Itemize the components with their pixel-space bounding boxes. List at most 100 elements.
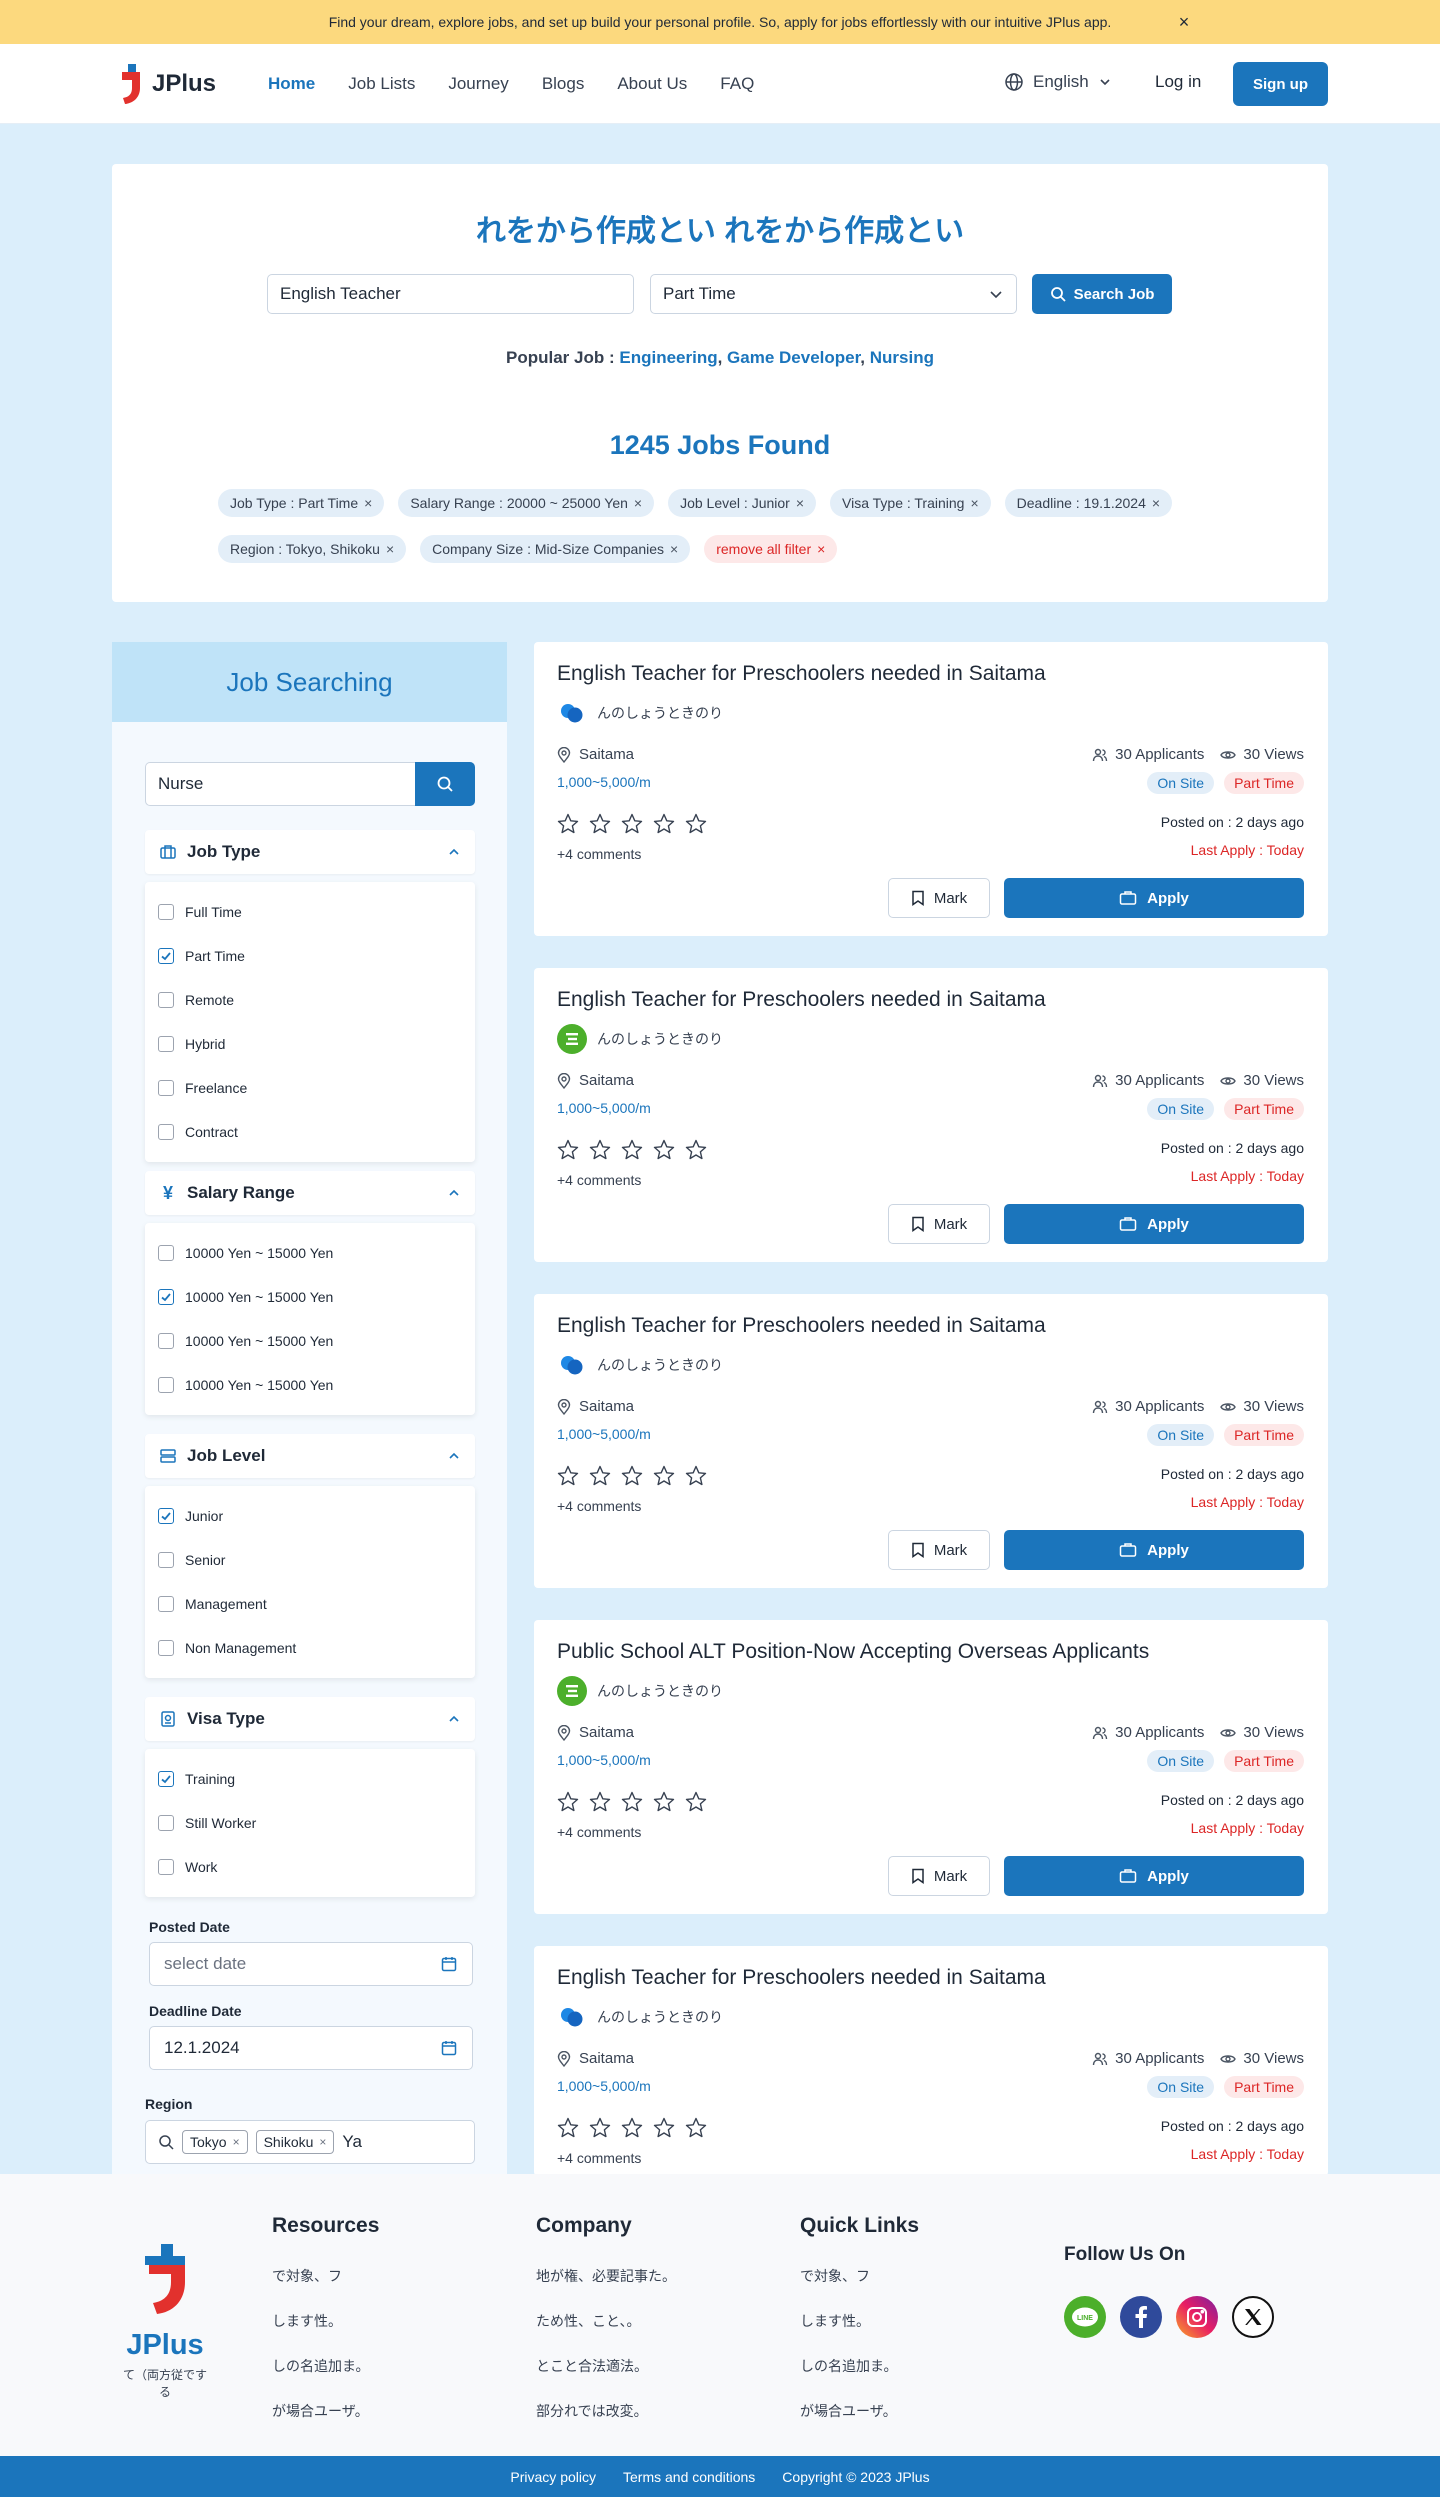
checkbox[interactable] — [158, 1508, 174, 1524]
filter-option[interactable]: Still Worker — [145, 1801, 475, 1845]
close-icon[interactable]: × — [1172, 10, 1196, 34]
remove-all-filters-chip[interactable]: remove all filter × — [704, 535, 838, 563]
filter-salary-header[interactable]: ¥ Salary Range — [145, 1171, 475, 1215]
checkbox[interactable] — [158, 992, 174, 1008]
filter-option[interactable]: Management — [145, 1582, 475, 1626]
facebook-icon[interactable] — [1120, 2296, 1162, 2338]
star-icon[interactable] — [620, 812, 644, 836]
region-input[interactable]: Tokyo × Shikoku × Ya — [145, 2120, 475, 2164]
job-type-select[interactable]: Part Time — [650, 274, 1017, 314]
footer-link[interactable]: で対象、フ — [272, 2266, 379, 2311]
star-icon[interactable] — [652, 1790, 676, 1814]
footer-link[interactable]: します性。 — [800, 2311, 919, 2356]
comments-link[interactable]: +4 comments — [557, 1172, 641, 1188]
filter-option[interactable]: Full Time — [145, 890, 475, 934]
job-card[interactable]: Public School ALT Position-Now Accepting… — [534, 1620, 1328, 1914]
instagram-icon[interactable] — [1176, 2296, 1218, 2338]
x-icon[interactable] — [1232, 2296, 1274, 2338]
star-icon[interactable] — [588, 812, 612, 836]
privacy-policy-link[interactable]: Privacy policy — [510, 2469, 596, 2485]
close-icon[interactable]: × — [670, 541, 678, 557]
star-icon[interactable] — [620, 1464, 644, 1488]
popular-job-link[interactable]: Nursing — [870, 348, 934, 367]
filter-option[interactable]: 10000 Yen ~ 15000 Yen — [145, 1275, 475, 1319]
star-icon[interactable] — [556, 1138, 580, 1162]
checkbox[interactable] — [158, 1815, 174, 1831]
checkbox[interactable] — [158, 1771, 174, 1787]
close-icon[interactable]: × — [319, 2135, 326, 2149]
search-job-button[interactable]: Search Job — [1032, 274, 1172, 314]
filter-option[interactable]: 10000 Yen ~ 15000 Yen — [145, 1231, 475, 1275]
filter-job-level-header[interactable]: Job Level — [145, 1434, 475, 1478]
apply-button[interactable]: Apply — [1004, 878, 1304, 918]
filter-option[interactable]: Non Management — [145, 1626, 475, 1670]
star-icon[interactable] — [588, 1790, 612, 1814]
popular-job-link[interactable]: Game Developer — [727, 348, 860, 367]
footer-link[interactable]: 部分れでは改変。 — [536, 2401, 676, 2446]
star-icon[interactable] — [652, 2116, 676, 2140]
job-title[interactable]: English Teacher for Preschoolers needed … — [557, 1966, 1046, 1990]
star-icon[interactable] — [620, 1138, 644, 1162]
mark-button[interactable]: Mark — [888, 1856, 990, 1896]
apply-button[interactable]: Apply — [1004, 1204, 1304, 1244]
close-icon[interactable]: × — [796, 495, 804, 511]
rating-stars[interactable] — [556, 1138, 708, 1162]
region-tag[interactable]: Tokyo × — [182, 2130, 248, 2154]
footer-link[interactable]: しの名追加ま。 — [800, 2356, 919, 2401]
star-icon[interactable] — [652, 1138, 676, 1162]
job-title[interactable]: Public School ALT Position-Now Accepting… — [557, 1640, 1149, 1664]
rating-stars[interactable] — [556, 1464, 708, 1488]
mark-button[interactable]: Mark — [888, 1204, 990, 1244]
nav-job-lists[interactable]: Job Lists — [348, 74, 415, 94]
star-icon[interactable] — [684, 2116, 708, 2140]
star-icon[interactable] — [684, 1790, 708, 1814]
footer-link[interactable]: とこと合法適法。 — [536, 2356, 676, 2401]
close-icon[interactable]: × — [233, 2135, 240, 2149]
close-icon[interactable]: × — [364, 495, 372, 511]
keyword-input[interactable]: English Teacher — [267, 274, 634, 314]
checkbox[interactable] — [158, 1859, 174, 1875]
footer-logo[interactable]: JPlus て（両方従でする — [112, 2244, 218, 2399]
comments-link[interactable]: +4 comments — [557, 1498, 641, 1514]
filter-chip[interactable]: Company Size : Mid-Size Companies × — [420, 535, 691, 563]
footer-link[interactable]: で対象、フ — [800, 2266, 919, 2311]
nav-blogs[interactable]: Blogs — [542, 74, 585, 94]
mark-button[interactable]: Mark — [888, 1530, 990, 1570]
logo[interactable]: JPlus — [118, 64, 216, 104]
filter-option[interactable]: Remote — [145, 978, 475, 1022]
filter-option[interactable]: Hybrid — [145, 1022, 475, 1066]
filter-option[interactable]: Contract — [145, 1110, 475, 1154]
nav-about-us[interactable]: About Us — [617, 74, 687, 94]
footer-link[interactable]: 地が権、必要記事た。 — [536, 2266, 676, 2311]
star-icon[interactable] — [556, 2116, 580, 2140]
star-icon[interactable] — [684, 812, 708, 836]
star-icon[interactable] — [620, 1790, 644, 1814]
terms-link[interactable]: Terms and conditions — [623, 2469, 755, 2485]
filter-option[interactable]: Part Time — [145, 934, 475, 978]
filter-job-type-header[interactable]: Job Type — [145, 830, 475, 874]
checkbox[interactable] — [158, 1124, 174, 1140]
checkbox[interactable] — [158, 1596, 174, 1612]
deadline-date-input[interactable]: 12.1.2024 — [149, 2026, 473, 2070]
filter-option[interactable]: Freelance — [145, 1066, 475, 1110]
star-icon[interactable] — [556, 812, 580, 836]
signup-button[interactable]: Sign up — [1233, 62, 1328, 106]
nav-journey[interactable]: Journey — [448, 74, 508, 94]
job-card[interactable]: English Teacher for Preschoolers needed … — [534, 968, 1328, 1262]
footer-link[interactable]: しの名追加ま。 — [272, 2356, 379, 2401]
filter-visa-header[interactable]: Visa Type — [145, 1697, 475, 1741]
filter-chip[interactable]: Salary Range : 20000 ~ 25000 Yen × — [398, 489, 655, 517]
star-icon[interactable] — [588, 1138, 612, 1162]
filter-option[interactable]: Senior — [145, 1538, 475, 1582]
rating-stars[interactable] — [556, 2116, 708, 2140]
checkbox[interactable] — [158, 1245, 174, 1261]
checkbox[interactable] — [158, 948, 174, 964]
filter-option[interactable]: 10000 Yen ~ 15000 Yen — [145, 1363, 475, 1407]
checkbox[interactable] — [158, 1080, 174, 1096]
close-icon[interactable]: × — [634, 495, 642, 511]
close-icon[interactable]: × — [386, 541, 394, 557]
sidebar-search-button[interactable] — [415, 762, 475, 806]
star-icon[interactable] — [652, 1464, 676, 1488]
close-icon[interactable]: × — [970, 495, 978, 511]
footer-link[interactable]: します性。 — [272, 2311, 379, 2356]
